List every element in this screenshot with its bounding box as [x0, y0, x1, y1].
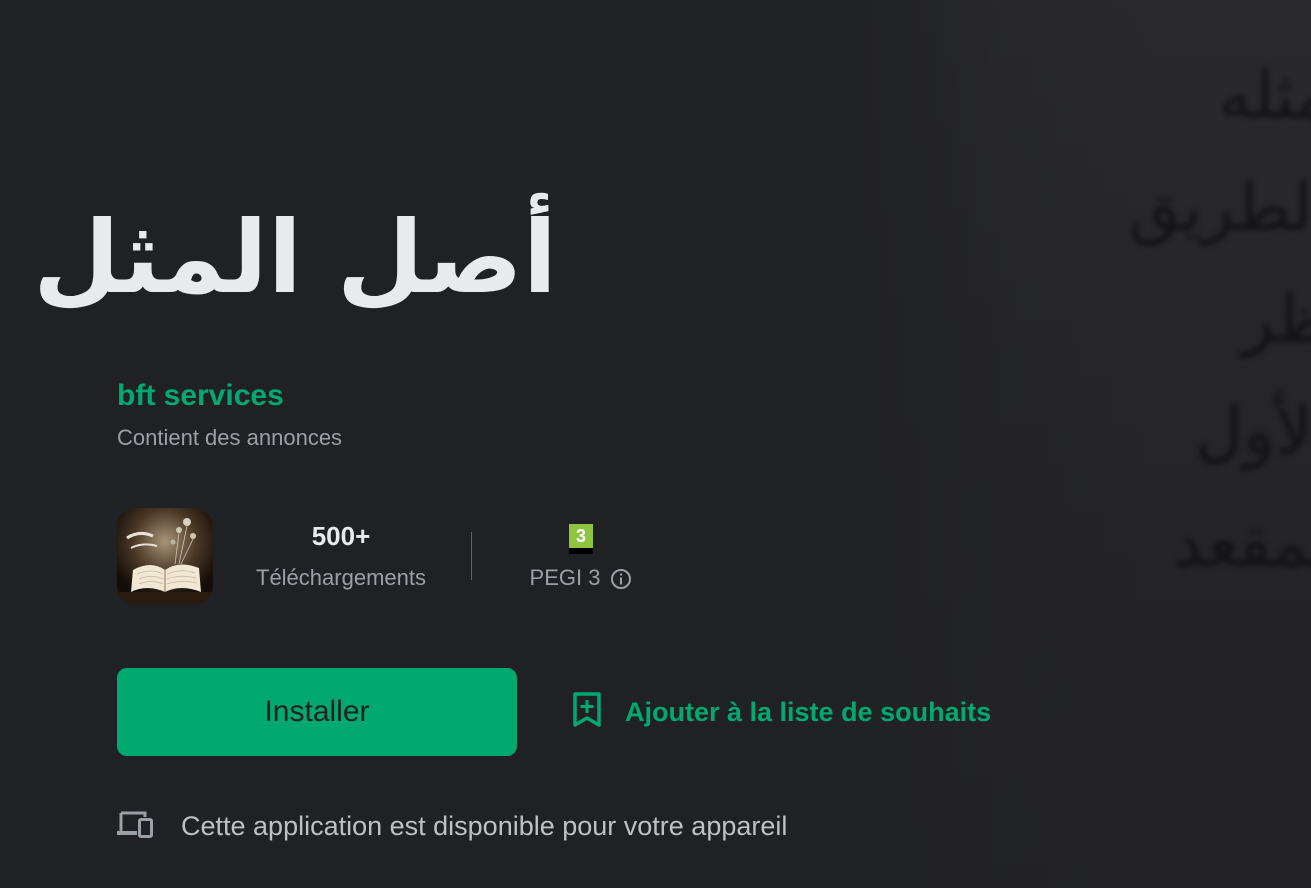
wishlist-label: Ajouter à la liste de souhaits — [625, 696, 992, 727]
developer-link[interactable]: bft services — [117, 378, 284, 414]
pegi-label: PEGI 3 — [529, 565, 601, 590]
devices-icon — [117, 809, 153, 844]
device-availability: Cette application est disponible pour vo… — [117, 804, 787, 848]
bookmark-add-icon — [571, 691, 603, 734]
pegi-rating-icon: 3 — [567, 518, 595, 554]
content-rating-stat: 3 PEGI 3 — [501, 518, 661, 594]
add-to-wishlist-button[interactable]: Ajouter à la liste de souhaits — [571, 690, 991, 734]
downloads-label: Téléchargements — [256, 565, 426, 590]
availability-text: Cette application est disponible pour vo… — [181, 810, 788, 841]
app-stats: 500+ Téléchargements 3 PEGI 3 — [117, 508, 677, 604]
app-header: أصل المثل bft services Contient des anno… — [33, 0, 1037, 888]
stat-divider — [471, 532, 472, 580]
info-icon[interactable] — [610, 567, 632, 589]
install-button[interactable]: Installer — [117, 668, 517, 756]
ads-notice: Contient des annonces — [117, 425, 343, 450]
app-title: أصل المثل — [33, 199, 557, 316]
app-details-page: مثلهالطريقظرالأوللمقعد أصل المثل bft ser… — [0, 0, 1311, 888]
pegi-badge-number: 3 — [569, 524, 593, 548]
app-icon — [117, 508, 213, 604]
downloads-stat: 500+ Téléchargements — [235, 518, 447, 594]
downloads-count: 500+ — [311, 521, 371, 551]
